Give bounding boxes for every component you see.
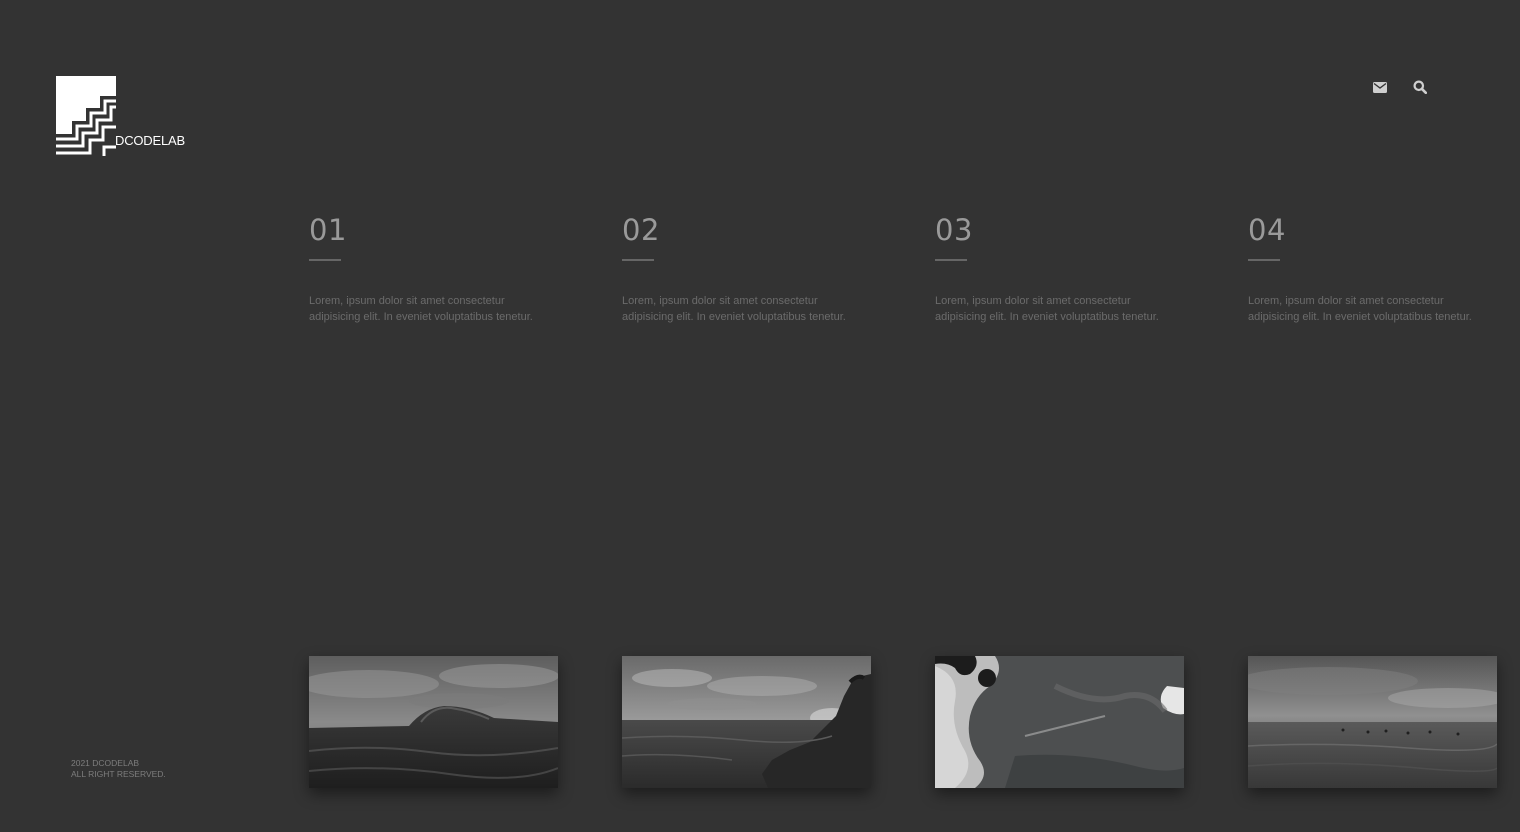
footer-line-year: 2021 DCODELAB <box>71 758 140 768</box>
feature-number: 03 <box>935 213 973 247</box>
feature-item: 02 Lorem, ipsum dolor sit amet consectet… <box>622 210 862 325</box>
feature-description: Lorem, ipsum dolor sit amet consectetur … <box>935 295 1159 323</box>
feature-description: Lorem, ipsum dolor sit amet consectetur … <box>622 295 846 323</box>
brand-name: DCODELAB <box>115 133 185 148</box>
gallery-thumb-coast[interactable] <box>622 656 871 788</box>
gallery-thumb-wave[interactable] <box>309 656 558 788</box>
footer-line-rights: ALL RIGHT RESERVED. <box>71 769 166 779</box>
search-icon[interactable] <box>1412 79 1428 95</box>
feature-divider <box>935 259 967 261</box>
image-gallery <box>309 656 1509 788</box>
feature-divider <box>622 259 654 261</box>
feature-item: 04 Lorem, ipsum dolor sit amet consectet… <box>1248 210 1488 325</box>
feature-divider <box>309 259 341 261</box>
feature-number: 02 <box>622 213 660 247</box>
feature-number: 04 <box>1248 213 1286 247</box>
feature-description: Lorem, ipsum dolor sit amet consectetur … <box>309 295 533 323</box>
brand-logo[interactable]: DCODELAB <box>56 76 196 158</box>
gallery-thumb-sea[interactable] <box>1248 656 1497 788</box>
feature-description: Lorem, ipsum dolor sit amet consectetur … <box>1248 295 1472 323</box>
feature-item: 03 Lorem, ipsum dolor sit amet consectet… <box>935 210 1175 325</box>
stairs-logo-icon <box>56 76 116 156</box>
header-actions <box>1372 79 1428 95</box>
feature-list: 01 Lorem, ipsum dolor sit amet consectet… <box>309 210 1509 340</box>
envelope-icon[interactable] <box>1372 79 1388 95</box>
gallery-thumb-aerial[interactable] <box>935 656 1184 788</box>
feature-item: 01 Lorem, ipsum dolor sit amet consectet… <box>309 210 549 325</box>
footer-copyright: 2021 DCODELAB ALL RIGHT RESERVED. <box>71 758 166 780</box>
feature-divider <box>1248 259 1280 261</box>
page: DCODELAB 01 Lorem, ipsum dolor sit amet … <box>0 0 1520 832</box>
feature-number: 01 <box>309 213 347 247</box>
